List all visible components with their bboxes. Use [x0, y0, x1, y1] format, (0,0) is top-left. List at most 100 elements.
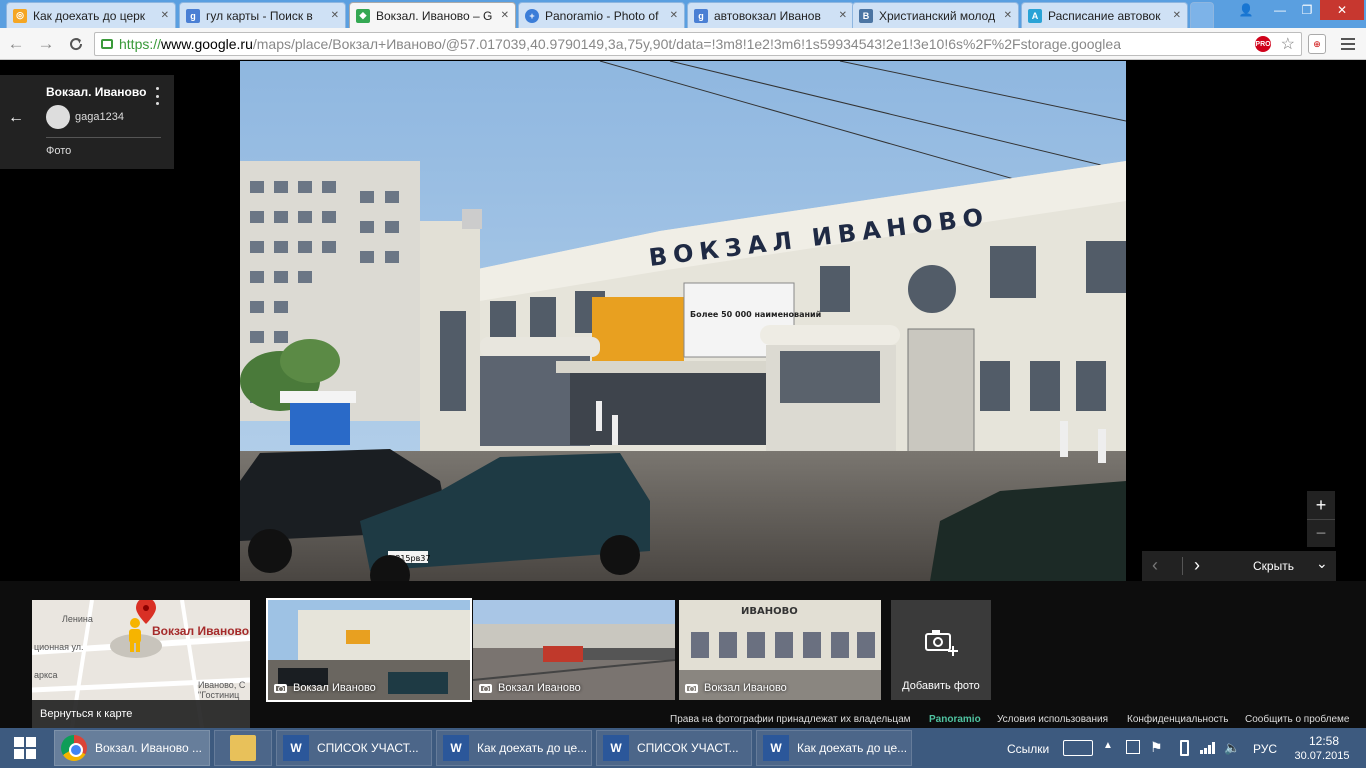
- keyboard-icon[interactable]: [1063, 740, 1093, 756]
- taskbar-word-3[interactable]: W СПИСОК УЧАСТ...: [596, 730, 752, 766]
- tab-title: автовокзал Иванов: [714, 8, 821, 23]
- tab-title: Вокзал. Иваново – G: [376, 8, 493, 23]
- forward-button[interactable]: →: [34, 32, 58, 56]
- add-photo-button[interactable]: Добавить фото: [891, 600, 991, 700]
- next-photo-button[interactable]: ›: [1194, 555, 1200, 576]
- clock-date[interactable]: 30.07.2015: [1292, 750, 1352, 762]
- street-label: аркса: [34, 670, 58, 680]
- volume-icon[interactable]: 🔈: [1224, 740, 1240, 756]
- tab-close-icon[interactable]: ✕: [1173, 10, 1181, 21]
- previous-photo-button[interactable]: ‹: [1152, 555, 1158, 576]
- url-host: www.google.ru: [161, 36, 253, 52]
- tab-close-icon[interactable]: ✕: [161, 10, 169, 21]
- flag-icon[interactable]: [1126, 740, 1140, 754]
- place-title[interactable]: Вокзал. Иваново: [46, 85, 146, 99]
- signal-icon[interactable]: [1200, 742, 1216, 754]
- taskbar-chrome[interactable]: Вокзал. Иваново ...: [54, 730, 210, 766]
- taskbar-word-1[interactable]: W СПИСОК УЧАСТ...: [276, 730, 432, 766]
- lock-icon: [101, 39, 113, 49]
- back-button[interactable]: ←: [4, 32, 28, 56]
- add-photo-label: Добавить фото: [902, 680, 980, 692]
- taskbar-label: Вокзал. Иваново ...: [95, 741, 202, 755]
- tab-favicon-icon: +: [525, 8, 539, 23]
- taskbar-word-4[interactable]: W Как доехать до це...: [756, 730, 912, 766]
- zoom-out-button[interactable]: −: [1307, 519, 1335, 547]
- windows-logo-icon: [14, 737, 36, 759]
- main-photo[interactable]: ВОКЗАЛ ИВАНОВО Более 50 000 наименований: [240, 61, 1126, 581]
- tray-expand-icon[interactable]: ▲: [1103, 740, 1113, 751]
- terms-link[interactable]: Условия использования: [997, 714, 1108, 725]
- user-icon[interactable]: 👤: [1234, 0, 1258, 20]
- camera-icon: [274, 683, 287, 693]
- new-tab-button[interactable]: [1190, 2, 1214, 28]
- chrome-icon: [61, 735, 87, 761]
- tab-title: гул карты - Поиск в: [206, 8, 313, 23]
- tab-close-icon[interactable]: ✕: [331, 10, 339, 21]
- reload-icon: [70, 38, 83, 51]
- rights-text: Права на фотографии принадлежат их владе…: [670, 714, 911, 725]
- divider: [46, 137, 161, 138]
- taskbar-label: Как доехать до це...: [797, 741, 908, 755]
- links-toolbar[interactable]: Ссылки: [1007, 742, 1049, 756]
- panoramio-logo-link[interactable]: Panoramio: [929, 714, 981, 725]
- screen: ◎ Как доехать до церк ✕ g гул карты - По…: [0, 0, 1366, 768]
- tab-7[interactable]: A Расписание автовок ✕: [1021, 2, 1188, 28]
- tab-close-icon[interactable]: ✕: [839, 10, 847, 21]
- report-problem-link[interactable]: Сообщить о проблеме: [1245, 714, 1349, 725]
- back-to-map-button[interactable]: Вернуться к карте: [32, 700, 250, 728]
- tab-3-active[interactable]: ◆ Вокзал. Иваново – G ✕: [349, 2, 516, 28]
- address-bar[interactable]: https:// www.google.ru /maps/place/Вокза…: [94, 32, 1302, 56]
- more-options-icon[interactable]: [154, 87, 160, 105]
- close-window-button[interactable]: ✕: [1320, 0, 1364, 20]
- taskbar-label: СПИСОК УЧАСТ...: [317, 741, 419, 755]
- tab-5[interactable]: g автовокзал Иванов ✕: [687, 2, 854, 28]
- action-center-icon[interactable]: ⚑: [1150, 739, 1163, 756]
- maximize-button[interactable]: ❐: [1294, 0, 1320, 20]
- minimap[interactable]: Ленина ционная ул. Иваново, С "Гостиниц …: [32, 600, 250, 728]
- minimize-button[interactable]: —: [1266, 0, 1294, 20]
- clock-time[interactable]: 12:58: [1304, 734, 1344, 748]
- tab-title: Христианский молод: [879, 8, 996, 23]
- menu-icon[interactable]: [1338, 34, 1358, 54]
- start-button[interactable]: [0, 728, 50, 768]
- collapse-chevron-icon[interactable]: ⌄: [1316, 555, 1328, 572]
- tab-6[interactable]: B Христианский молод ✕: [852, 2, 1019, 28]
- tab-2[interactable]: g гул карты - Поиск в ✕: [179, 2, 346, 28]
- tab-close-icon[interactable]: ✕: [1004, 10, 1012, 21]
- author-avatar[interactable]: [46, 105, 70, 129]
- thumbnail-label: Вокзал Иваново: [274, 682, 376, 694]
- thumbnail-strip: Ленина ционная ул. Иваново, С "Гостиниц …: [0, 581, 1366, 728]
- bookmark-star-icon[interactable]: ☆: [1281, 34, 1295, 54]
- thumbnail-sign-text: ИВАНОВО: [741, 606, 798, 617]
- hide-thumbnails-button[interactable]: Скрыть: [1253, 559, 1294, 573]
- language-indicator[interactable]: РУС: [1253, 742, 1277, 756]
- attribution-footer: Права на фотографии принадлежат их владе…: [660, 711, 1366, 728]
- tab-1[interactable]: ◎ Как доехать до церк ✕: [6, 2, 176, 28]
- back-arrow-icon[interactable]: ←: [8, 109, 24, 127]
- battery-icon[interactable]: [1180, 740, 1189, 756]
- zoom-in-button[interactable]: +: [1307, 491, 1335, 519]
- taskbar-word-2[interactable]: W Как доехать до це...: [436, 730, 592, 766]
- thumbnail-label: Вокзал Иваново: [685, 682, 787, 694]
- tab-close-icon[interactable]: ✕: [670, 10, 678, 21]
- author-name[interactable]: gaga1234: [75, 111, 124, 123]
- privacy-link[interactable]: Конфиденциальность: [1127, 714, 1228, 725]
- photo-viewer: ВОКЗАЛ ИВАНОВО Более 50 000 наименований: [0, 61, 1366, 728]
- tab-favicon-icon: A: [1028, 8, 1042, 23]
- tab-favicon-icon: g: [694, 8, 708, 23]
- tab-favicon-icon: B: [859, 8, 873, 23]
- word-icon: W: [283, 735, 309, 761]
- thumbnail-3[interactable]: ИВАНОВО Вокзал Иваново: [679, 600, 881, 700]
- reload-button[interactable]: [64, 32, 88, 56]
- tab-close-icon[interactable]: ✕: [501, 10, 509, 21]
- tab-title: Panoramio - Photo of: [545, 8, 659, 23]
- pro-extension-icon[interactable]: PRO: [1255, 36, 1271, 52]
- tab-4[interactable]: + Panoramio - Photo of ✕: [518, 2, 685, 28]
- thumbnail-1[interactable]: Вокзал Иваново: [266, 598, 472, 702]
- street-label: Ленина: [62, 614, 93, 624]
- thumbnail-2[interactable]: Вокзал Иваново: [473, 600, 675, 700]
- taskbar-explorer[interactable]: [214, 730, 272, 766]
- street-label: ционная ул.: [34, 642, 84, 652]
- windows-taskbar: Вокзал. Иваново ... W СПИСОК УЧАСТ... W …: [0, 728, 1366, 768]
- extension-icon[interactable]: ⊕: [1308, 34, 1326, 54]
